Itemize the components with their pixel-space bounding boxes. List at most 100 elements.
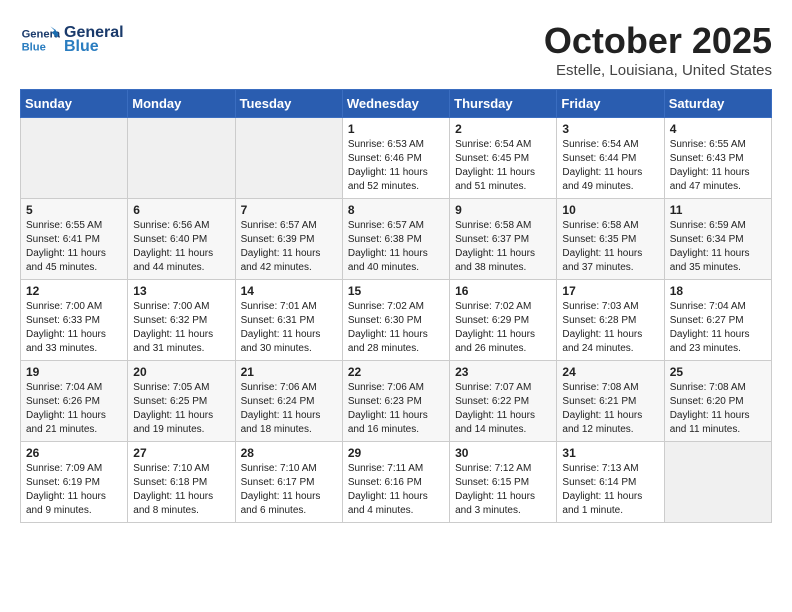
col-header-monday: Monday xyxy=(128,90,235,118)
day-info: Sunrise: 7:10 AM Sunset: 6:18 PM Dayligh… xyxy=(133,462,229,518)
calendar-cell: 21Sunrise: 7:06 AM Sunset: 6:24 PM Dayli… xyxy=(235,361,342,442)
logo-icon: General Blue xyxy=(20,20,60,60)
day-number: 25 xyxy=(670,365,766,379)
calendar-cell: 9 Sunrise: 6:58 AM Sunset: 6:37 PM Daylig… xyxy=(450,199,557,280)
day-info: Sunrise: 6:55 AM Sunset: 6:43 PM Dayligh… xyxy=(670,138,766,194)
col-header-thursday: Thursday xyxy=(450,90,557,118)
calendar-cell: 28 Sunrise: 7:10 AM Sunset: 6:17 PM Dayli… xyxy=(235,442,342,523)
month-title: October 2025 xyxy=(544,20,772,62)
day-number: 18 xyxy=(670,284,766,298)
day-number: 6 xyxy=(133,203,229,217)
day-number: 24 xyxy=(562,365,658,379)
day-number: 28 xyxy=(241,446,337,460)
day-number: 1 xyxy=(348,122,444,136)
calendar-cell: 31 Sunrise: 7:13 AM Sunset: 6:14 PM Dayli… xyxy=(557,442,664,523)
calendar-cell: 12Sunrise: 7:00 AM Sunset: 6:33 PM Dayli… xyxy=(21,280,128,361)
day-number: 13 xyxy=(133,284,229,298)
calendar-cell: 3 Sunrise: 6:54 AM Sunset: 6:44 PM Daylig… xyxy=(557,118,664,199)
day-info: Sunrise: 7:10 AM Sunset: 6:17 PM Dayligh… xyxy=(241,462,337,518)
calendar-cell xyxy=(235,118,342,199)
day-number: 12 xyxy=(26,284,122,298)
calendar-cell: 22Sunrise: 7:06 AM Sunset: 6:23 PM Dayli… xyxy=(342,361,449,442)
svg-text:Blue: Blue xyxy=(22,41,46,53)
day-info: Sunrise: 6:54 AM Sunset: 6:45 PM Dayligh… xyxy=(455,138,551,194)
day-info: Sunrise: 6:57 AM Sunset: 6:38 PM Dayligh… xyxy=(348,219,444,275)
day-number: 30 xyxy=(455,446,551,460)
calendar-cell: 15 Sunrise: 7:02 AM Sunset: 6:30 PM Dayli… xyxy=(342,280,449,361)
day-number: 27 xyxy=(133,446,229,460)
col-header-friday: Friday xyxy=(557,90,664,118)
page-header: General Blue General Blue October 2025 E… xyxy=(20,20,772,79)
day-number: 5 xyxy=(26,203,122,217)
calendar-week-4: 19 Sunrise: 7:04 AM Sunset: 6:26 PM Dayli… xyxy=(21,361,772,442)
col-header-sunday: Sunday xyxy=(21,90,128,118)
calendar-cell: 18Sunrise: 7:04 AM Sunset: 6:27 PM Dayli… xyxy=(664,280,771,361)
day-info: Sunrise: 6:54 AM Sunset: 6:44 PM Dayligh… xyxy=(562,138,658,194)
calendar-header-row: SundayMondayTuesdayWednesdayThursdayFrid… xyxy=(21,90,772,118)
calendar-cell: 23 Sunrise: 7:07 AM Sunset: 6:22 PM Dayli… xyxy=(450,361,557,442)
col-header-wednesday: Wednesday xyxy=(342,90,449,118)
calendar-cell: 8Sunrise: 6:57 AM Sunset: 6:38 PM Daylig… xyxy=(342,199,449,280)
calendar-cell xyxy=(21,118,128,199)
day-number: 11 xyxy=(670,203,766,217)
day-number: 3 xyxy=(562,122,658,136)
day-number: 4 xyxy=(670,122,766,136)
day-number: 10 xyxy=(562,203,658,217)
day-info: Sunrise: 7:13 AM Sunset: 6:14 PM Dayligh… xyxy=(562,462,658,518)
col-header-tuesday: Tuesday xyxy=(235,90,342,118)
calendar-cell: 13 Sunrise: 7:00 AM Sunset: 6:32 PM Dayli… xyxy=(128,280,235,361)
day-info: Sunrise: 7:03 AM Sunset: 6:28 PM Dayligh… xyxy=(562,300,658,356)
calendar-cell: 29 Sunrise: 7:11 AM Sunset: 6:16 PM Dayli… xyxy=(342,442,449,523)
calendar-cell: 11 Sunrise: 6:59 AM Sunset: 6:34 PM Dayli… xyxy=(664,199,771,280)
day-info: Sunrise: 6:58 AM Sunset: 6:37 PM Dayligh… xyxy=(455,219,551,275)
day-number: 15 xyxy=(348,284,444,298)
col-header-saturday: Saturday xyxy=(664,90,771,118)
calendar-cell: 5Sunrise: 6:55 AM Sunset: 6:41 PM Daylig… xyxy=(21,199,128,280)
day-info: Sunrise: 7:06 AM Sunset: 6:24 PM Dayligh… xyxy=(241,381,337,437)
title-block: October 2025 Estelle, Louisiana, United … xyxy=(544,20,772,79)
calendar-cell: 16Sunrise: 7:02 AM Sunset: 6:29 PM Dayli… xyxy=(450,280,557,361)
day-info: Sunrise: 7:12 AM Sunset: 6:15 PM Dayligh… xyxy=(455,462,551,518)
day-number: 31 xyxy=(562,446,658,460)
day-number: 14 xyxy=(241,284,337,298)
logo: General Blue General Blue xyxy=(20,20,124,60)
day-info: Sunrise: 7:04 AM Sunset: 6:26 PM Dayligh… xyxy=(26,381,122,437)
day-info: Sunrise: 7:11 AM Sunset: 6:16 PM Dayligh… xyxy=(348,462,444,518)
day-info: Sunrise: 6:57 AM Sunset: 6:39 PM Dayligh… xyxy=(241,219,337,275)
day-number: 29 xyxy=(348,446,444,460)
day-info: Sunrise: 7:05 AM Sunset: 6:25 PM Dayligh… xyxy=(133,381,229,437)
day-info: Sunrise: 7:00 AM Sunset: 6:32 PM Dayligh… xyxy=(133,300,229,356)
calendar-week-2: 5Sunrise: 6:55 AM Sunset: 6:41 PM Daylig… xyxy=(21,199,772,280)
day-number: 22 xyxy=(348,365,444,379)
calendar-cell: 26Sunrise: 7:09 AM Sunset: 6:19 PM Dayli… xyxy=(21,442,128,523)
day-number: 17 xyxy=(562,284,658,298)
day-number: 23 xyxy=(455,365,551,379)
calendar-cell: 27 Sunrise: 7:10 AM Sunset: 6:18 PM Dayli… xyxy=(128,442,235,523)
day-info: Sunrise: 7:01 AM Sunset: 6:31 PM Dayligh… xyxy=(241,300,337,356)
location: Estelle, Louisiana, United States xyxy=(544,62,772,79)
calendar-cell: 14 Sunrise: 7:01 AM Sunset: 6:31 PM Dayli… xyxy=(235,280,342,361)
calendar-cell: 17 Sunrise: 7:03 AM Sunset: 6:28 PM Dayli… xyxy=(557,280,664,361)
day-info: Sunrise: 7:08 AM Sunset: 6:20 PM Dayligh… xyxy=(670,381,766,437)
calendar-week-3: 12Sunrise: 7:00 AM Sunset: 6:33 PM Dayli… xyxy=(21,280,772,361)
calendar-week-5: 26Sunrise: 7:09 AM Sunset: 6:19 PM Dayli… xyxy=(21,442,772,523)
calendar-cell: 2Sunrise: 6:54 AM Sunset: 6:45 PM Daylig… xyxy=(450,118,557,199)
calendar-cell: 20Sunrise: 7:05 AM Sunset: 6:25 PM Dayli… xyxy=(128,361,235,442)
calendar-cell: 10 Sunrise: 6:58 AM Sunset: 6:35 PM Dayli… xyxy=(557,199,664,280)
day-number: 19 xyxy=(26,365,122,379)
day-info: Sunrise: 6:59 AM Sunset: 6:34 PM Dayligh… xyxy=(670,219,766,275)
calendar-cell: 7 Sunrise: 6:57 AM Sunset: 6:39 PM Daylig… xyxy=(235,199,342,280)
calendar-cell: 19 Sunrise: 7:04 AM Sunset: 6:26 PM Dayli… xyxy=(21,361,128,442)
day-info: Sunrise: 7:07 AM Sunset: 6:22 PM Dayligh… xyxy=(455,381,551,437)
day-number: 26 xyxy=(26,446,122,460)
day-info: Sunrise: 7:02 AM Sunset: 6:30 PM Dayligh… xyxy=(348,300,444,356)
day-number: 7 xyxy=(241,203,337,217)
day-number: 9 xyxy=(455,203,551,217)
day-number: 16 xyxy=(455,284,551,298)
calendar-cell: 1Sunrise: 6:53 AM Sunset: 6:46 PM Daylig… xyxy=(342,118,449,199)
logo-text: General Blue xyxy=(64,24,124,56)
day-info: Sunrise: 6:56 AM Sunset: 6:40 PM Dayligh… xyxy=(133,219,229,275)
calendar-week-1: 1Sunrise: 6:53 AM Sunset: 6:46 PM Daylig… xyxy=(21,118,772,199)
calendar-table: SundayMondayTuesdayWednesdayThursdayFrid… xyxy=(20,89,772,523)
day-info: Sunrise: 6:58 AM Sunset: 6:35 PM Dayligh… xyxy=(562,219,658,275)
